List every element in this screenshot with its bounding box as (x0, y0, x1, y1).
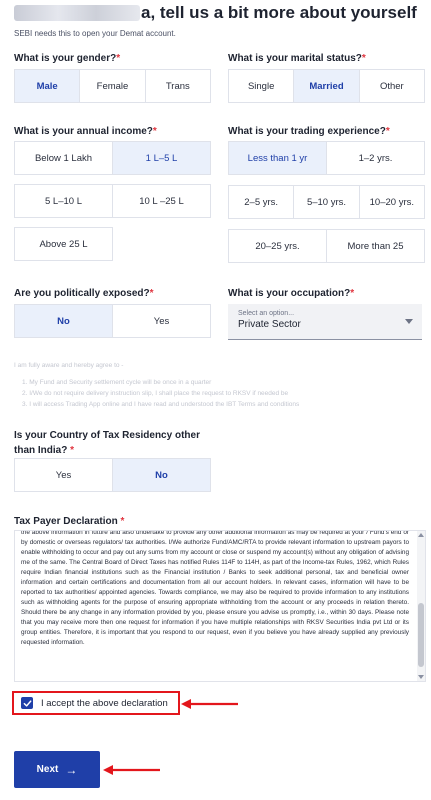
terms-intro: I am fully aware and hereby agree to - (14, 362, 124, 369)
tax-declaration-label: Tax Payer Declaration * (14, 516, 124, 527)
experience-option-10-20[interactable]: 10–20 yrs. (358, 185, 425, 219)
trading-experience-row3: 20–25 yrs. More than 25 (228, 229, 425, 263)
gender-option-female[interactable]: Female (79, 69, 146, 103)
required-asterisk: * (116, 53, 121, 64)
politically-exposed-options: No Yes (14, 304, 211, 338)
page-subtitle: SEBI needs this to open your Demat accou… (14, 29, 176, 38)
occupation-value: Private Sector (238, 319, 301, 330)
terms-item: 2. I/We do not require delivery instruct… (22, 390, 289, 397)
scrollbar[interactable] (417, 531, 425, 681)
scrollbar-thumb[interactable] (418, 603, 424, 667)
trading-experience-row2: 2–5 yrs. 5–10 yrs. 10–20 yrs. (228, 185, 425, 219)
required-asterisk: * (350, 288, 355, 299)
experience-option-20-25[interactable]: 20–25 yrs. (228, 229, 327, 263)
income-label: What is your annual income?* (14, 126, 157, 137)
experience-option-1-2[interactable]: 1–2 yrs. (326, 141, 425, 175)
income-option-5-10-lakh[interactable]: 5 L–10 L (14, 184, 113, 218)
politically-exposed-label: Are you politically exposed?* (14, 288, 154, 299)
politically-exposed-label-text: Are you politically exposed? (14, 288, 150, 299)
marital-option-other[interactable]: Other (358, 69, 425, 103)
income-options: Below 1 Lakh 1 L–5 L 5 L–10 L 10 L –25 L… (14, 141, 211, 261)
trading-experience-label-text: What is your trading experience? (228, 126, 386, 137)
tax-declaration-text: the above information in future and also… (21, 530, 409, 646)
tax-residency-option-no[interactable]: No (112, 458, 211, 492)
accept-checkbox[interactable] (21, 697, 33, 709)
gender-option-trans[interactable]: Trans (144, 69, 211, 103)
experience-option-5-10[interactable]: 5–10 yrs. (293, 185, 360, 219)
gender-option-male[interactable]: Male (14, 69, 81, 103)
required-asterisk: * (149, 288, 154, 299)
marital-status-options: Single Married Other (228, 69, 425, 103)
tax-residency-option-yes[interactable]: Yes (14, 458, 113, 492)
experience-option-more-than-25[interactable]: More than 25 (326, 229, 425, 263)
accept-declaration-label: I accept the above declaration (41, 697, 168, 709)
income-option-10-25-lakh[interactable]: 10 L –25 L (112, 184, 211, 218)
politically-exposed-option-no[interactable]: No (14, 304, 113, 338)
next-button-label: Next (36, 764, 59, 775)
occupation-label-text: What is your occupation? (228, 288, 351, 299)
income-label-text: What is your annual income? (14, 126, 153, 137)
accept-declaration-checkbox-row[interactable]: I accept the above declaration (12, 691, 180, 715)
trading-experience-row1: Less than 1 yr 1–2 yrs. (228, 141, 425, 175)
scroll-up-arrow-icon[interactable] (418, 533, 424, 537)
tax-declaration-textbox[interactable]: the above information in future and also… (14, 530, 426, 682)
tax-residency-options: Yes No (14, 458, 211, 492)
income-option-above-25-lakh[interactable]: Above 25 L (14, 227, 113, 261)
blurred-name (14, 5, 140, 21)
tax-residency-label-line2: than India? (14, 445, 68, 456)
chevron-down-icon (405, 319, 413, 324)
required-asterisk: * (361, 53, 366, 64)
required-asterisk: * (120, 516, 125, 527)
terms-item: 3. I will access Trading App online and … (22, 401, 300, 408)
tax-residency-label: Is your Country of Tax Residency other t… (14, 428, 200, 458)
page-title-text: a, tell us a bit more about yourself (141, 3, 417, 22)
gender-label-text: What is your gender? (14, 53, 117, 64)
tax-declaration-label-text: Tax Payer Declaration (14, 516, 118, 527)
marital-option-single[interactable]: Single (228, 69, 295, 103)
gender-label: What is your gender?* (14, 53, 120, 64)
occupation-placeholder: Select an option... (238, 310, 295, 317)
required-asterisk: * (70, 445, 75, 456)
gender-options: Male Female Trans (14, 69, 211, 103)
annotation-arrow-icon (103, 765, 160, 775)
income-option-below-1-lakh[interactable]: Below 1 Lakh (14, 141, 113, 175)
politically-exposed-option-yes[interactable]: Yes (112, 304, 211, 338)
required-asterisk: * (152, 126, 157, 137)
income-option-1-5-lakh[interactable]: 1 L–5 L (112, 141, 211, 175)
scroll-down-arrow-icon[interactable] (418, 675, 424, 679)
marital-status-label-text: What is your marital status? (228, 53, 362, 64)
terms-item: 1. My Fund and Security settlement cycle… (22, 379, 212, 386)
marital-option-married[interactable]: Married (293, 69, 360, 103)
required-asterisk: * (385, 126, 390, 137)
occupation-label: What is your occupation?* (228, 288, 354, 299)
experience-option-2-5[interactable]: 2–5 yrs. (228, 185, 295, 219)
trading-experience-label: What is your trading experience?* (228, 126, 390, 137)
tax-residency-label-line1: Is your Country of Tax Residency other (14, 430, 200, 441)
marital-status-label: What is your marital status?* (228, 53, 366, 64)
next-button[interactable]: Next → (14, 751, 100, 788)
page-title: a, tell us a bit more about yourself (14, 2, 417, 24)
checkmark-icon (23, 699, 31, 707)
occupation-select[interactable]: Select an option... Private Sector (228, 304, 422, 340)
experience-option-less-than-1[interactable]: Less than 1 yr (228, 141, 327, 175)
annotation-arrow-icon (181, 699, 238, 709)
arrow-right-icon: → (65, 762, 78, 777)
